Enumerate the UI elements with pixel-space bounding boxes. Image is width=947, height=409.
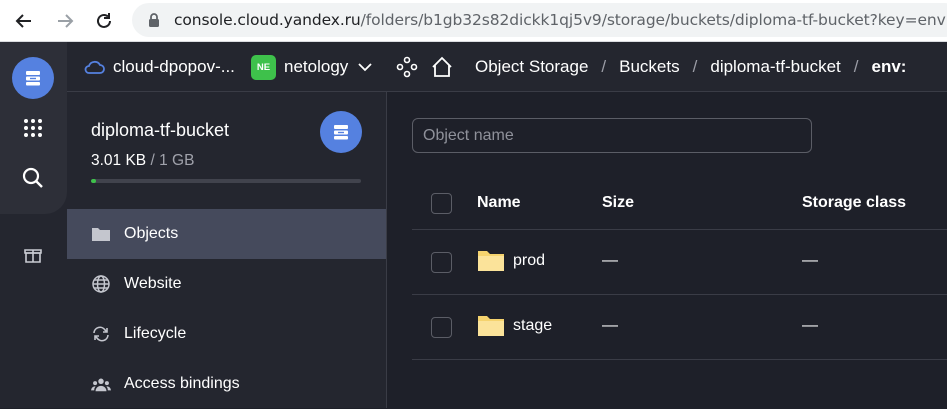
breadcrumb-bucket[interactable]: diploma-tf-bucket <box>710 57 840 77</box>
reload-button[interactable] <box>92 9 116 33</box>
nav-item-label: Access bindings <box>124 375 240 392</box>
column-header-name[interactable]: Name <box>477 194 521 212</box>
storage-service-button[interactable] <box>12 57 54 99</box>
nav-item-access-bindings[interactable]: Access bindings <box>67 359 386 409</box>
home-button[interactable] <box>430 42 454 92</box>
object-name[interactable]: stage <box>513 317 552 335</box>
object-storage-class: — <box>802 317 818 334</box>
organization-selector[interactable]: NE netology <box>251 42 372 92</box>
object-size: — <box>602 317 618 334</box>
services-hub-button[interactable] <box>396 42 418 92</box>
row-checkbox[interactable] <box>431 317 452 338</box>
address-bar[interactable]: console.cloud.yandex.ru/folders/b1gb32s8… <box>132 3 947 37</box>
bucket-name: diploma-tf-bucket <box>91 120 230 140</box>
nav-item-objects[interactable]: Objects <box>67 209 386 259</box>
bucket-used: 3.01 KB <box>91 152 147 169</box>
object-name-search-input[interactable] <box>412 118 812 153</box>
browser-toolbar: console.cloud.yandex.ru/folders/b1gb32s8… <box>0 0 947 42</box>
arrow-left-icon <box>15 14 31 28</box>
table-header-row: Name Size Storage class <box>412 177 947 230</box>
table-row[interactable]: stage — — <box>412 295 947 360</box>
marketplace-button[interactable] <box>12 235 54 277</box>
usage-bar-fill <box>91 179 97 183</box>
arrow-right-icon <box>58 14 74 28</box>
breadcrumb: Object Storage / Buckets / diploma-tf-bu… <box>475 42 906 92</box>
nav-item-label: Lifecycle <box>124 325 187 342</box>
nodes-icon <box>396 56 418 78</box>
all-services-button[interactable] <box>12 107 54 149</box>
breadcrumb-current: env: <box>871 57 907 76</box>
home-icon <box>432 56 452 77</box>
column-header-size[interactable]: Size <box>602 194 634 212</box>
objects-panel: Name Size Storage class prod — — stage —… <box>387 92 947 408</box>
folder-icon <box>478 251 504 271</box>
object-name[interactable]: prod <box>513 252 545 270</box>
bucket-limit: / 1 GB <box>150 152 195 169</box>
users-icon <box>91 378 111 392</box>
nav-item-label: Objects <box>124 225 179 242</box>
object-storage-class: — <box>802 252 818 269</box>
org-badge: NE <box>251 54 276 80</box>
back-button[interactable] <box>12 9 36 33</box>
breadcrumb-object-storage[interactable]: Object Storage <box>475 57 588 77</box>
forward-button[interactable] <box>53 9 77 33</box>
folder-icon <box>478 316 504 336</box>
globe-icon <box>92 275 110 293</box>
grid-icon <box>24 119 42 137</box>
search-button[interactable] <box>12 157 54 199</box>
bucket-icon <box>334 125 348 140</box>
folder-icon <box>92 228 110 241</box>
breadcrumb-buckets[interactable]: Buckets <box>619 57 679 77</box>
table-row[interactable]: prod — — <box>412 230 947 295</box>
cloud-selector[interactable]: cloud-dpopov-... <box>83 42 235 92</box>
url-host: console.cloud.yandex.ru <box>174 11 361 29</box>
refresh-icon <box>93 326 109 342</box>
chevron-down-icon <box>358 63 372 72</box>
nav-item-lifecycle[interactable]: Lifecycle <box>67 309 386 359</box>
lock-icon <box>149 13 159 27</box>
url-text: console.cloud.yandex.ru/folders/b1gb32s8… <box>174 11 946 29</box>
box-icon <box>24 249 42 263</box>
org-name: netology <box>284 57 349 76</box>
select-all-checkbox[interactable] <box>431 193 452 214</box>
objects-table: Name Size Storage class prod — — stage —… <box>412 177 947 360</box>
breadcrumb-separator: / <box>692 57 698 76</box>
bucket-nav: Objects Website Lifecycle Access binding… <box>67 209 386 409</box>
console-header: cloud-dpopov-... NE netology Object Stor… <box>67 42 947 92</box>
nav-item-label: Website <box>124 275 182 292</box>
search-icon <box>22 167 43 188</box>
breadcrumb-separator: / <box>853 57 859 76</box>
url-path: /folders/b1gb32s82dickk1qj5v9/storage/bu… <box>360 11 946 29</box>
service-rail <box>0 42 67 408</box>
cloud-icon <box>84 60 105 74</box>
cloud-name: cloud-dpopov-... <box>113 57 235 76</box>
bucket-icon <box>26 71 40 86</box>
bucket-avatar <box>320 111 362 153</box>
object-size: — <box>602 252 618 269</box>
nav-item-website[interactable]: Website <box>67 259 386 309</box>
reload-icon <box>97 13 111 28</box>
row-checkbox[interactable] <box>431 252 452 273</box>
breadcrumb-separator: / <box>601 57 607 76</box>
bucket-usage-text: 3.01 KB / 1 GB <box>91 152 194 170</box>
column-header-storage-class[interactable]: Storage class <box>802 194 906 212</box>
bucket-sidebar: diploma-tf-bucket 3.01 KB / 1 GB Objects… <box>67 92 387 408</box>
usage-bar <box>91 179 361 183</box>
